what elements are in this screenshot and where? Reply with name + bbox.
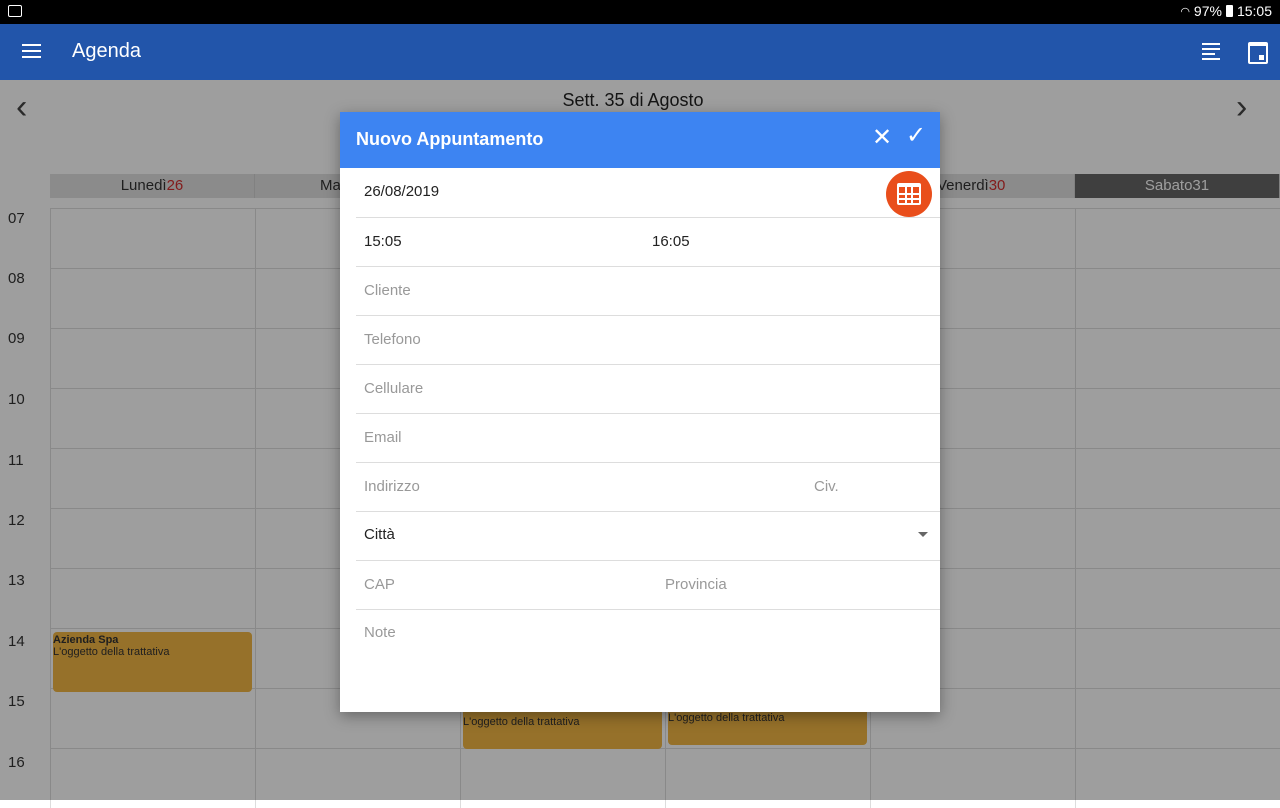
list-view-icon[interactable] bbox=[1202, 43, 1220, 63]
note-field[interactable]: Note bbox=[356, 610, 940, 710]
cap-province-row: CAP Provincia bbox=[356, 561, 940, 610]
calendar-view-icon[interactable] bbox=[1248, 42, 1268, 64]
indirizzo-field[interactable]: Indirizzo bbox=[364, 478, 420, 495]
date-value: 26/08/2019 bbox=[364, 183, 440, 200]
wifi-icon: ◠ bbox=[1180, 5, 1190, 18]
citta-selected: Città bbox=[364, 526, 395, 543]
new-appointment-dialog: Nuovo Appuntamento ✕ ✓ 26/08/2019 15:05 … bbox=[340, 112, 940, 712]
citta-select[interactable]: Città bbox=[356, 512, 940, 561]
note-placeholder: Note bbox=[364, 624, 396, 641]
cliente-placeholder: Cliente bbox=[364, 282, 411, 299]
telefono-placeholder: Telefono bbox=[364, 331, 421, 348]
dropdown-arrow-icon bbox=[918, 532, 928, 537]
email-placeholder: Email bbox=[364, 429, 402, 446]
cliente-field[interactable]: Cliente bbox=[356, 267, 940, 316]
date-field[interactable]: 26/08/2019 bbox=[356, 168, 940, 218]
cellulare-field[interactable]: Cellulare bbox=[356, 365, 940, 414]
telefono-field[interactable]: Telefono bbox=[356, 316, 940, 365]
battery-percent: 97% bbox=[1193, 3, 1222, 19]
civico-field[interactable]: Civ. bbox=[814, 478, 839, 495]
email-field[interactable]: Email bbox=[356, 414, 940, 463]
provincia-field[interactable]: Provincia bbox=[665, 576, 727, 593]
app-bar: Agenda bbox=[0, 24, 1280, 80]
status-bar: ◠ 97% 15:05 bbox=[0, 0, 1280, 24]
address-row: Indirizzo Civ. bbox=[356, 463, 940, 512]
date-picker-button[interactable] bbox=[886, 171, 932, 217]
cellulare-placeholder: Cellulare bbox=[364, 380, 424, 397]
status-right: ◠ 97% 15:05 bbox=[1180, 3, 1272, 19]
battery-icon bbox=[1225, 5, 1233, 17]
close-icon[interactable]: ✕ bbox=[872, 126, 892, 150]
end-time-field[interactable]: 16:05 bbox=[652, 233, 690, 250]
clock: 15:05 bbox=[1236, 3, 1272, 19]
time-row: 15:05 16:05 bbox=[356, 218, 940, 267]
dialog-title: Nuovo Appuntamento bbox=[356, 129, 544, 149]
dialog-header: Nuovo Appuntamento ✕ ✓ bbox=[340, 112, 940, 168]
app-title: Agenda bbox=[72, 40, 141, 62]
gallery-notification-icon bbox=[8, 5, 22, 17]
calendar-icon bbox=[897, 183, 921, 205]
confirm-check-icon[interactable]: ✓ bbox=[906, 124, 926, 148]
start-time-field[interactable]: 15:05 bbox=[364, 233, 402, 250]
menu-icon[interactable] bbox=[22, 44, 41, 62]
cap-field[interactable]: CAP bbox=[364, 576, 395, 593]
